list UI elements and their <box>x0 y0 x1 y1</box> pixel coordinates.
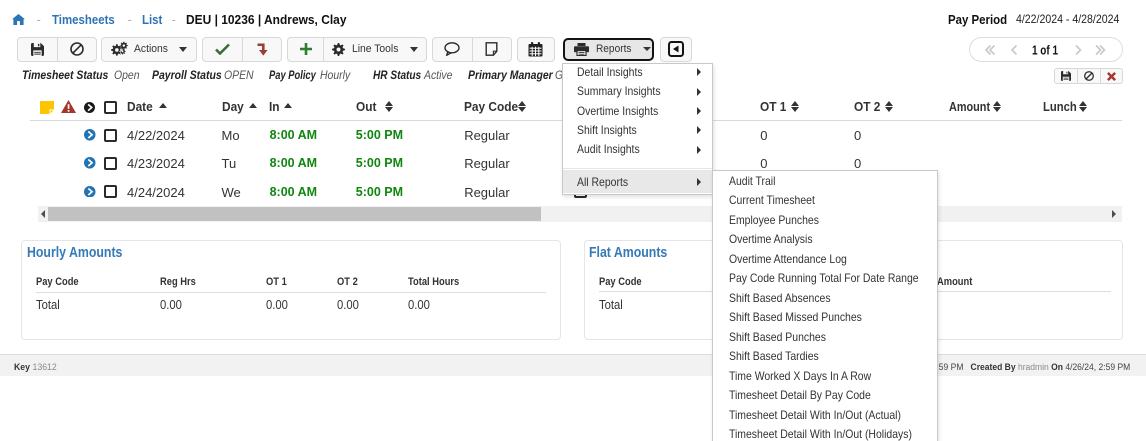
svg-text:1 of 1: 1 of 1 <box>1032 44 1058 56</box>
